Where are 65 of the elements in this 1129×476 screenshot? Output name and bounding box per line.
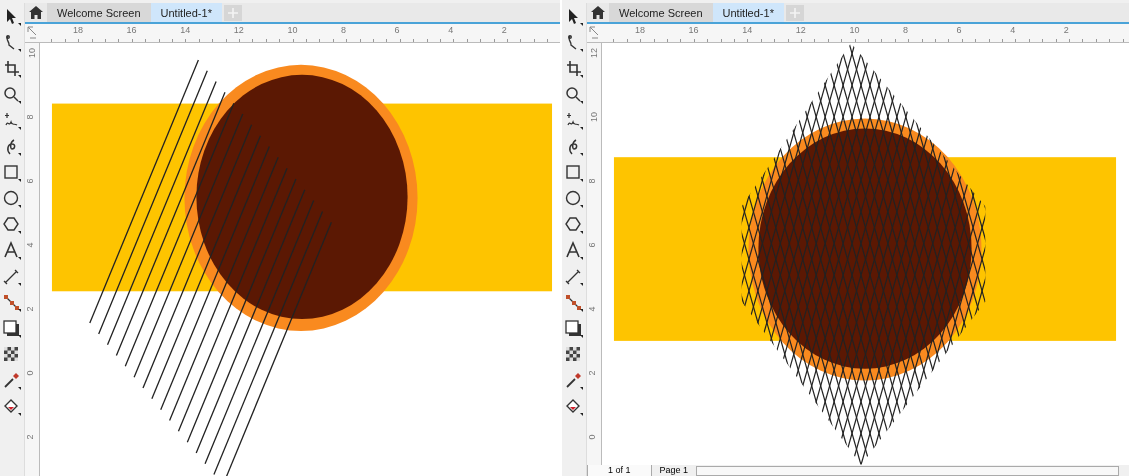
- ellipse-icon[interactable]: [2, 189, 22, 209]
- zoom-icon[interactable]: [2, 85, 22, 105]
- page-counter[interactable]: 1 of 1: [587, 465, 652, 476]
- ruler-label: 14: [180, 25, 191, 35]
- ruler-label: 14: [742, 25, 753, 35]
- ruler-label: 4: [586, 306, 597, 312]
- ruler-label: 16: [126, 25, 137, 35]
- document-tab[interactable]: Welcome Screen: [609, 3, 713, 22]
- ruler-label: 6: [586, 242, 597, 248]
- ruler-label: 2: [24, 306, 35, 312]
- ruler-label: 2: [24, 434, 35, 440]
- fill-bucket-icon[interactable]: [2, 397, 22, 417]
- zoom-icon[interactable]: [564, 85, 584, 105]
- ruler-label: 12: [795, 25, 806, 35]
- eyedropper-icon[interactable]: [564, 371, 584, 391]
- ruler-label: 6: [956, 25, 962, 35]
- ruler-label: 8: [903, 25, 908, 35]
- shadow-icon[interactable]: [564, 319, 584, 339]
- ruler-label: 8: [586, 178, 597, 184]
- ruler-label: 12: [589, 48, 599, 58]
- ruler-label: 4: [24, 242, 35, 248]
- page-tab[interactable]: Page 1: [655, 465, 693, 476]
- hexagon-icon[interactable]: [564, 215, 584, 235]
- ruler-label: 16: [688, 25, 699, 35]
- ruler-label: 2: [586, 370, 597, 376]
- ruler-label: 0: [24, 370, 35, 376]
- home-icon[interactable]: [591, 6, 605, 19]
- ruler-label: 10: [589, 112, 599, 122]
- letter-a-icon[interactable]: [2, 241, 22, 261]
- document-tab[interactable]: Untitled-1*: [712, 3, 784, 22]
- ruler-label: 18: [73, 25, 83, 35]
- ruler-label: 2: [501, 25, 507, 35]
- letter-a-icon[interactable]: [564, 241, 584, 261]
- ellipse-icon[interactable]: [564, 189, 584, 209]
- shadow-icon[interactable]: [2, 319, 22, 339]
- ruler-label: 6: [24, 178, 35, 184]
- fill-bucket-icon[interactable]: [564, 397, 584, 417]
- ruler-label: 10: [849, 25, 860, 35]
- home-icon[interactable]: [29, 6, 43, 19]
- eyedropper-icon[interactable]: [2, 371, 22, 391]
- ruler-label: 4: [448, 25, 454, 35]
- crop-icon[interactable]: [564, 59, 584, 79]
- document-tab[interactable]: Untitled-1*: [150, 3, 222, 22]
- connector-icon[interactable]: [2, 293, 22, 313]
- ruler-label: 0: [586, 434, 597, 440]
- ruler-label: 2: [1063, 25, 1069, 35]
- horizontal-scrollbar[interactable]: [696, 465, 1119, 476]
- freehand-icon[interactable]: [2, 111, 22, 131]
- ruler-label: 6: [394, 25, 400, 35]
- ruler-label: 18: [635, 25, 645, 35]
- ruler-label: 10: [287, 25, 298, 35]
- ruler-label: 8: [341, 25, 346, 35]
- document-tab[interactable]: Welcome Screen: [47, 3, 151, 22]
- ruler-label: 4: [1010, 25, 1016, 35]
- crop-icon[interactable]: [2, 59, 22, 79]
- line-icon[interactable]: [564, 267, 584, 287]
- hexagon-icon[interactable]: [2, 215, 22, 235]
- line-icon[interactable]: [2, 267, 22, 287]
- ruler-label: 12: [233, 25, 244, 35]
- rectangle-icon[interactable]: [2, 163, 22, 183]
- ruler-label: 8: [24, 114, 35, 120]
- freehand-icon[interactable]: [564, 111, 584, 131]
- ruler-label: 10: [27, 48, 37, 58]
- connector-icon[interactable]: [564, 293, 584, 313]
- rectangle-icon[interactable]: [564, 163, 584, 183]
